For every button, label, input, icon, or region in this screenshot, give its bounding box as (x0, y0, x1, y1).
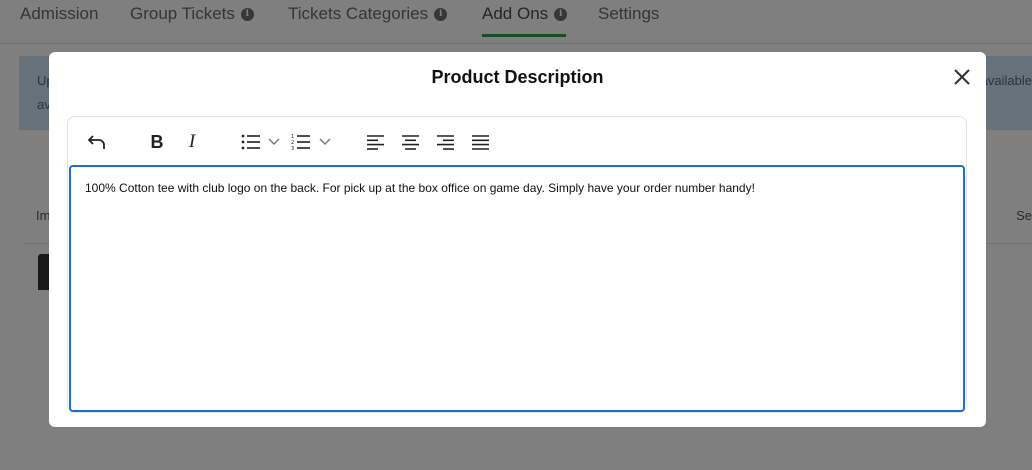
editor-content-area[interactable]: 100% Cotton tee with club logo on the ba… (69, 165, 965, 412)
product-description-modal: Product Description B I 1 2 3 100% Cotto… (49, 52, 986, 427)
rich-text-editor: B I 1 2 3 100% Cotton tee with club logo… (67, 116, 967, 413)
svg-text:3: 3 (291, 146, 294, 151)
undo-icon[interactable] (86, 131, 108, 153)
chevron-down-icon[interactable] (318, 131, 332, 153)
bold-icon[interactable]: B (148, 131, 166, 153)
numbered-list-icon[interactable]: 1 2 3 (290, 131, 312, 153)
close-icon[interactable] (951, 68, 973, 86)
align-justify-icon[interactable] (471, 131, 491, 153)
modal-title: Product Description (431, 67, 604, 87)
editor-toolbar: B I 1 2 3 (68, 117, 966, 165)
chevron-down-icon[interactable] (267, 131, 281, 153)
align-right-icon[interactable] (436, 131, 456, 153)
align-center-icon[interactable] (401, 131, 421, 153)
align-left-icon[interactable] (366, 131, 386, 153)
bulleted-list-icon[interactable] (240, 131, 262, 153)
description-text[interactable]: 100% Cotton tee with club logo on the ba… (85, 181, 949, 195)
italic-icon[interactable]: I (184, 131, 200, 153)
